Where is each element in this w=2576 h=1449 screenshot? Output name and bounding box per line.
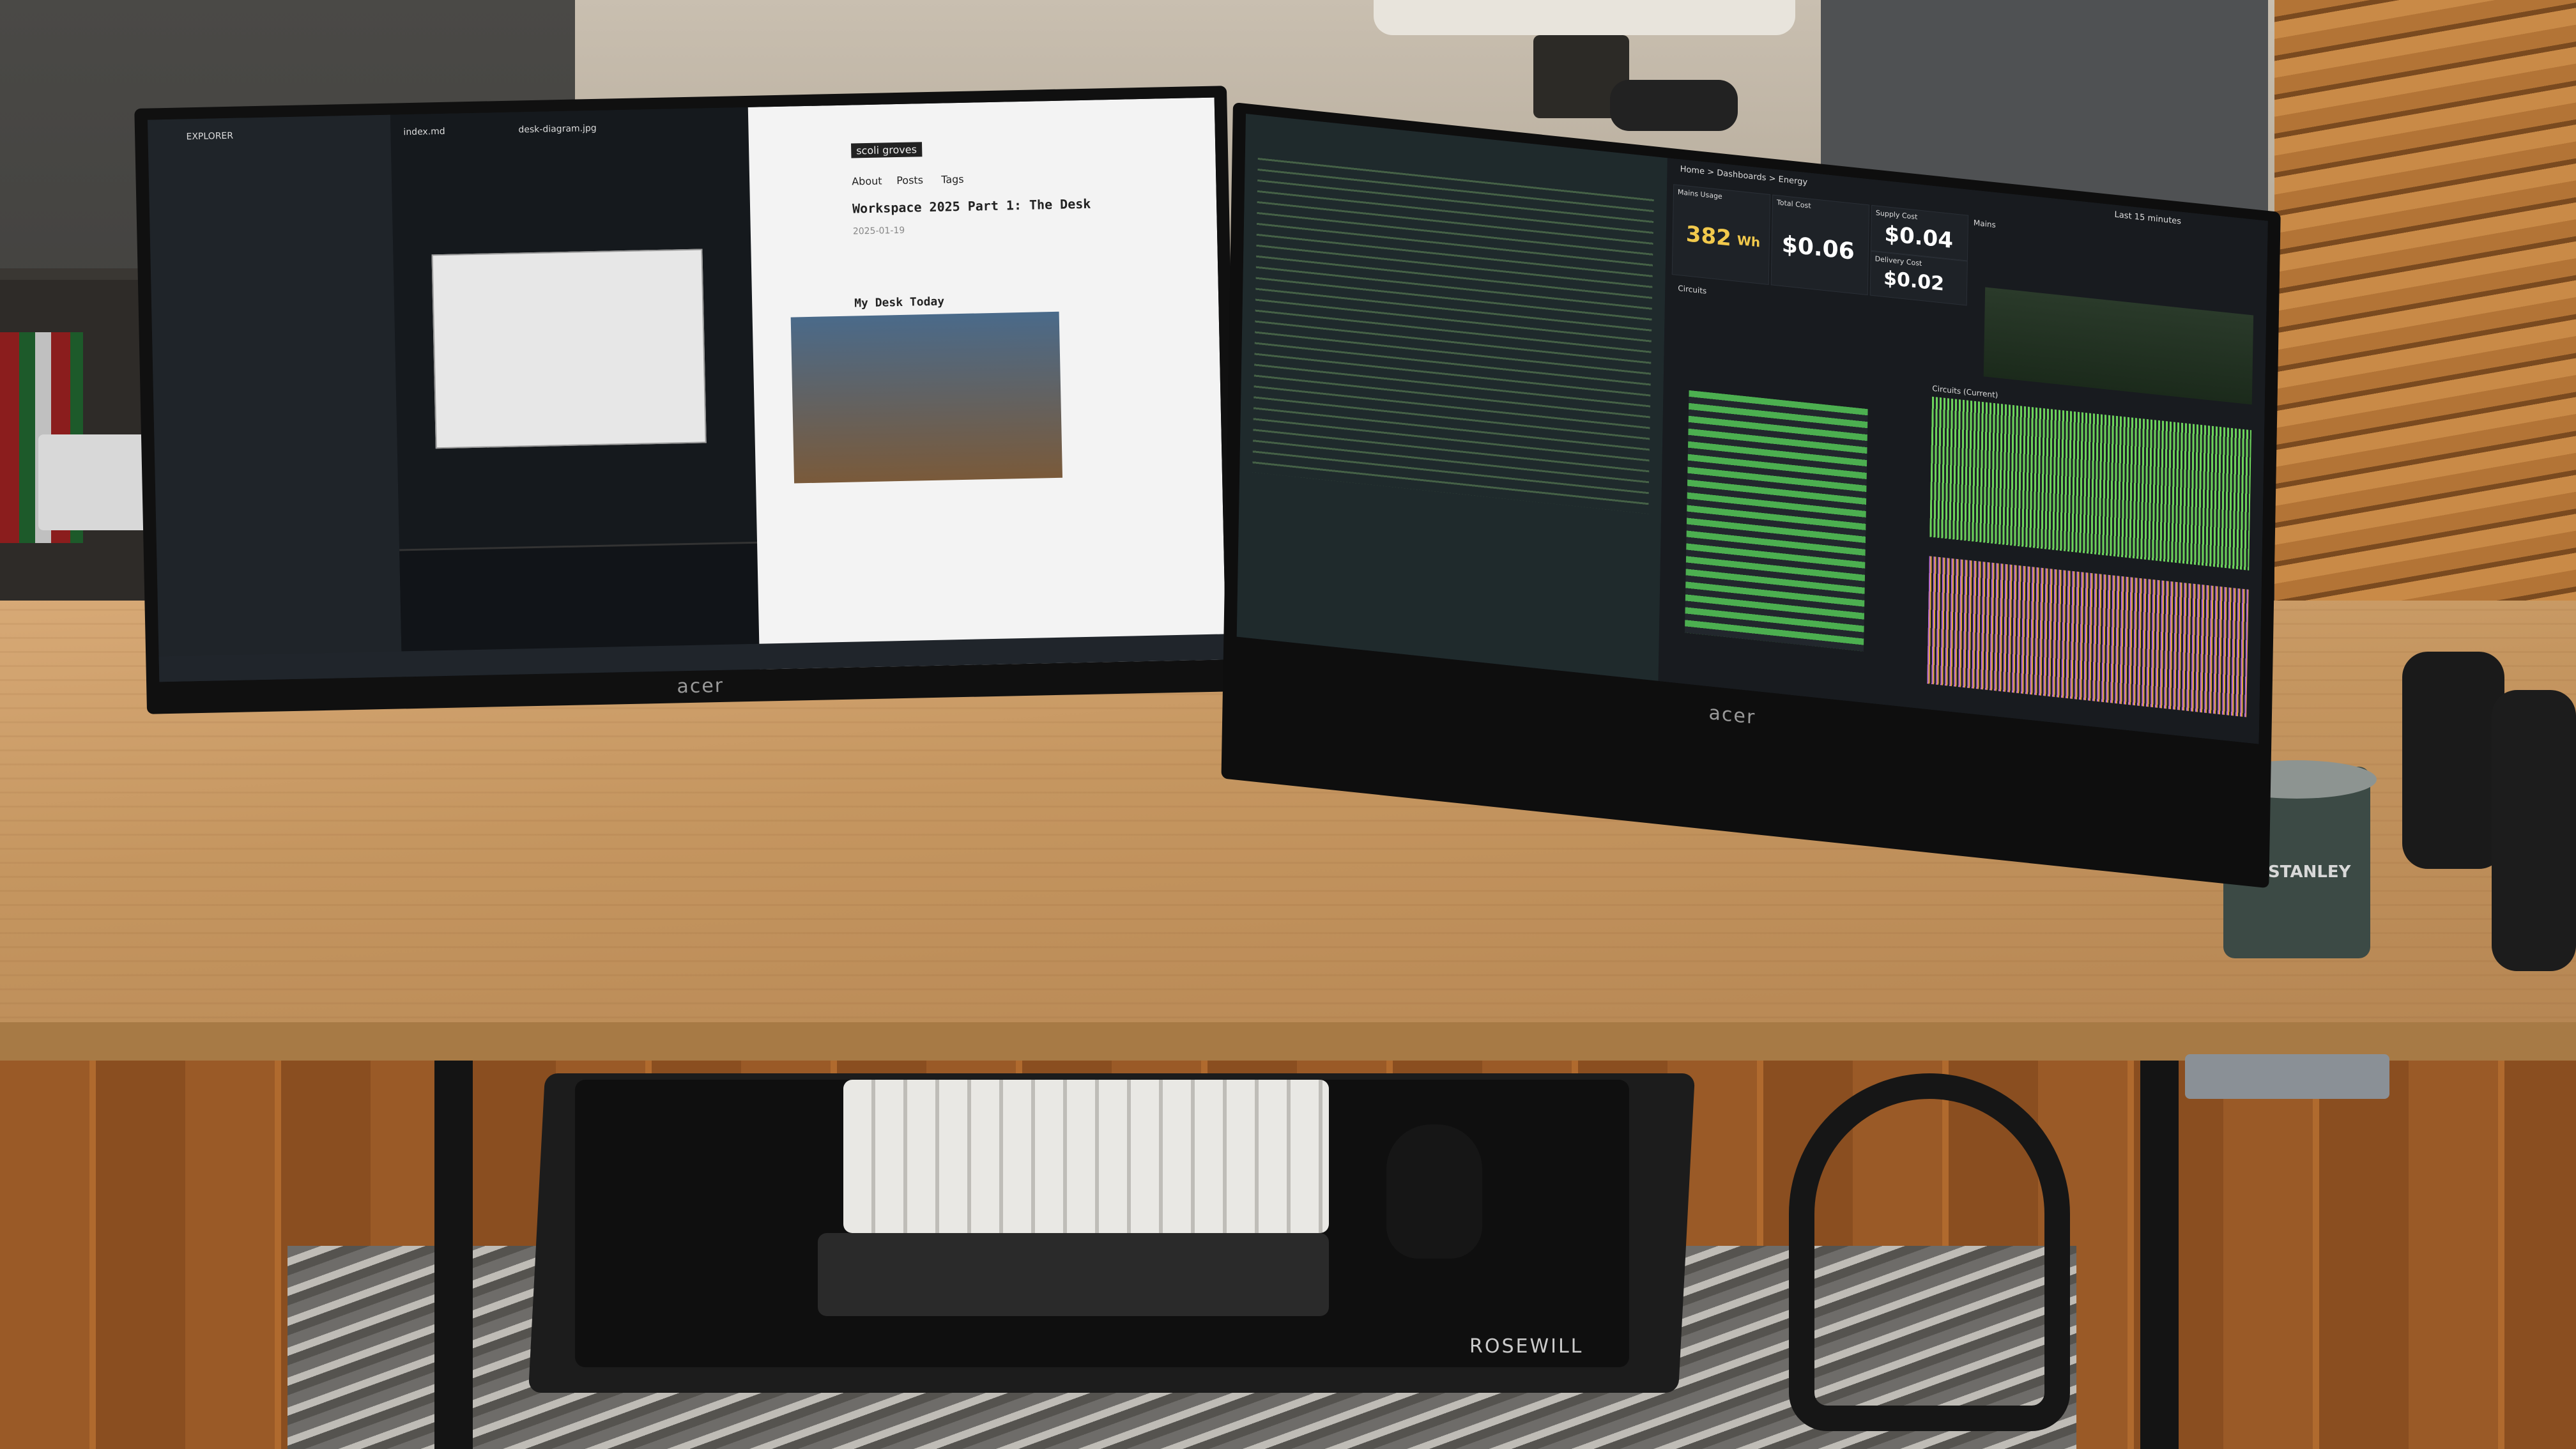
panel-title-circuits: Circuits <box>1678 284 1707 296</box>
lamp-shade <box>1374 0 1795 35</box>
panel-title-mains: Mains <box>1973 218 1996 230</box>
mouse <box>1386 1124 1482 1259</box>
editor-tab-2: desk-diagram.jpg <box>518 123 597 135</box>
stat-value: $0.06 <box>1781 231 1855 265</box>
right-screen: Home > Dashboards > Energy Last 15 minut… <box>1236 114 2268 744</box>
headphones <box>1789 1073 2070 1431</box>
stat-label: Mains Usage <box>1677 187 1722 201</box>
post-title: Workspace 2025 Part 1: The Desk <box>852 195 1091 217</box>
stat-total-cost: Total Cost $0.06 <box>1770 194 1870 296</box>
mains-graph <box>1983 287 2254 405</box>
stat-value: $0.02 <box>1883 266 1945 296</box>
circuits-current-graph <box>1927 556 2249 717</box>
explorer-title: EXPLORER <box>186 130 234 142</box>
circuits-graph <box>1929 396 2251 571</box>
wrist-rest <box>818 1233 1329 1316</box>
mug-brand: STANLEY <box>2268 862 2351 882</box>
nav-posts[interactable]: Posts <box>896 174 923 187</box>
energy-dashboard: Home > Dashboards > Energy Last 15 minut… <box>1658 158 2268 744</box>
circuits-bar-gauge <box>1684 390 1868 652</box>
stat-label: Delivery Cost <box>1874 254 1922 268</box>
webcam <box>1610 80 1738 131</box>
blog-desk-photo <box>790 311 1063 484</box>
left-screen: EXPLORER index.md desk-diagram.jpg scoli… <box>147 97 1227 682</box>
nav-about[interactable]: About <box>852 175 882 188</box>
right-monitor-brand: acer <box>1708 702 1756 729</box>
desk-height-control <box>2185 1054 2389 1099</box>
keyboard <box>843 1080 1329 1233</box>
desk-leg-right <box>2140 1061 2179 1449</box>
binoculars-left <box>2402 652 2504 869</box>
left-monitor-brand: acer <box>677 674 724 698</box>
editor-sidebar: EXPLORER <box>147 114 402 682</box>
editor-tab-1: index.md <box>403 126 445 138</box>
stat-label: Supply Cost <box>1875 208 1918 222</box>
nav-tags[interactable]: Tags <box>941 173 964 186</box>
section-heading: My Desk Today <box>854 295 945 310</box>
desk-diagram-image <box>431 249 707 449</box>
code-lines <box>1252 153 1654 514</box>
code-editor-pane <box>1236 114 1667 681</box>
stat-mains-usage: Mains Usage 382 Wh <box>1671 184 1771 285</box>
site-title: scoli groves <box>850 142 923 158</box>
stat-unit: Wh <box>1736 232 1761 250</box>
stat-label: Total Cost <box>1776 198 1811 210</box>
time-range-picker[interactable]: Last 15 minutes <box>2114 210 2181 227</box>
binoculars-right <box>2492 690 2576 971</box>
stat-value: 382 <box>1685 221 1732 252</box>
post-date: 2025-01-19 <box>852 225 905 237</box>
stat-delivery-cost: Delivery Cost $0.02 <box>1869 250 1968 306</box>
desk-leg-left <box>434 1061 473 1449</box>
stat-value: $0.04 <box>1884 220 1954 254</box>
mat-brand: ROSEWILL <box>1469 1335 1584 1358</box>
